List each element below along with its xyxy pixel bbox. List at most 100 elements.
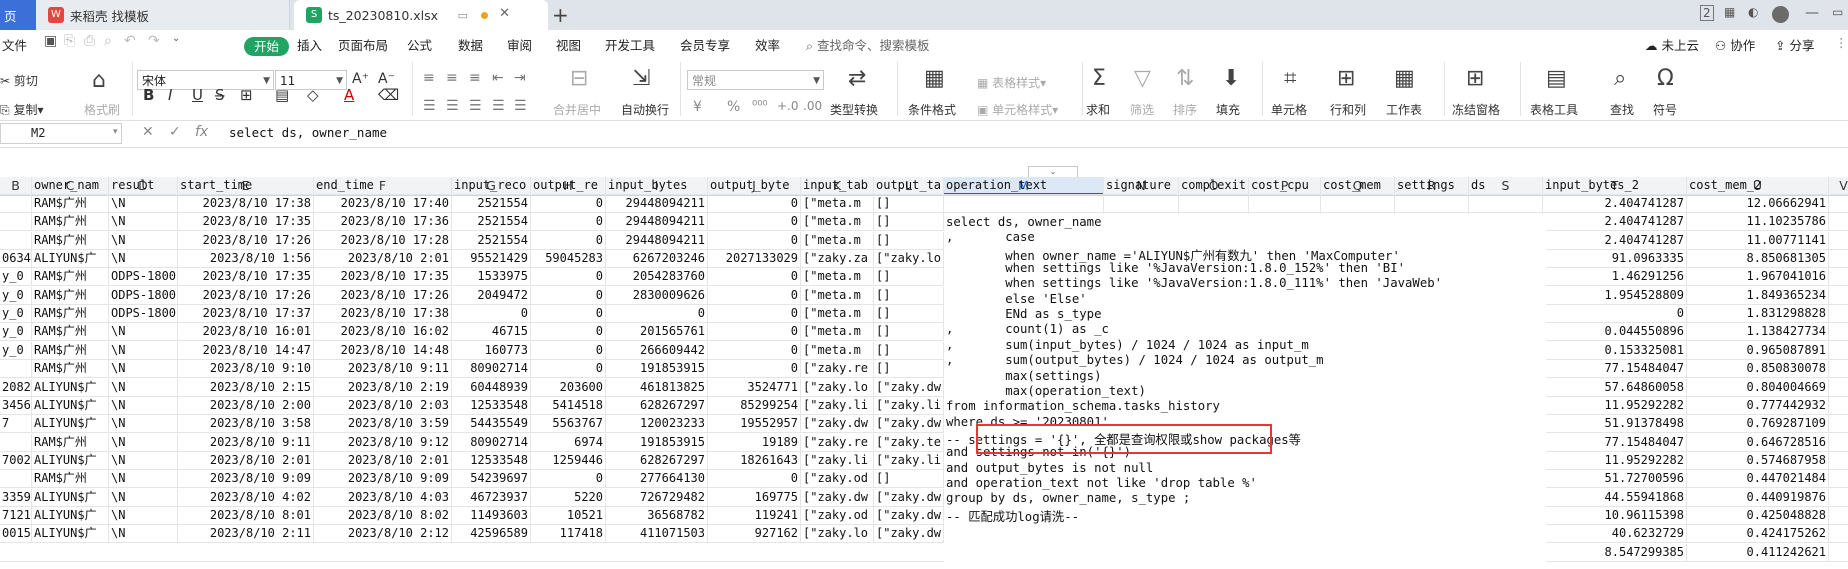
cell-l[interactable]: ["zaky.dw <box>874 378 944 397</box>
cell-v[interactable] <box>1829 434 1848 452</box>
cell-t[interactable]: 57.64860058 <box>1543 378 1687 397</box>
cells-label[interactable]: 单元格 <box>1271 101 1307 118</box>
cell-b[interactable]: 7121 <box>0 506 32 525</box>
cell-f[interactable]: 2023/8/10 4:03 <box>314 488 452 507</box>
find-label[interactable]: 查找 <box>1610 101 1634 118</box>
cell-l[interactable]: ["zaky.li <box>874 396 944 415</box>
cell-v[interactable] <box>1829 250 1848 268</box>
cell-d[interactable]: ODPS-1800 <box>109 286 178 305</box>
cell-o[interactable] <box>1179 195 1249 213</box>
cell-b[interactable]: y_0 <box>0 286 32 305</box>
save-icon[interactable]: ▣ <box>44 33 57 49</box>
cell-f[interactable]: 2023/8/10 17:36 <box>314 213 452 232</box>
wrap-text-label[interactable]: 自动换行 <box>621 101 669 118</box>
cell-u[interactable]: 0.804004669 <box>1687 378 1829 397</box>
cell-l[interactable]: [] <box>874 286 944 305</box>
cell-h[interactable]: 0 <box>531 231 606 250</box>
cell-t[interactable]: 2.404741287 <box>1543 213 1687 232</box>
increase-font-icon[interactable]: A⁺ <box>352 71 369 87</box>
cell-q[interactable] <box>1321 195 1395 213</box>
window-count-badge[interactable]: 2 <box>1700 5 1714 21</box>
cell-j[interactable]: 0 <box>708 341 801 360</box>
sum-label[interactable]: 求和 <box>1086 101 1110 118</box>
command-search[interactable]: ⌕ 查找命令、搜索模板 <box>806 35 930 54</box>
menu-data[interactable]: 数据 <box>458 35 483 54</box>
worksheet-label[interactable]: 工作表 <box>1386 101 1422 118</box>
cell-k[interactable]: ["zaky.li <box>801 396 874 415</box>
cell-f[interactable]: 2023/8/10 17:26 <box>314 286 452 305</box>
cell-j[interactable]: 2027133029 <box>708 250 801 269</box>
tab-previous[interactable]: 页 <box>0 0 36 30</box>
cell-c[interactable]: ALIYUN$广 <box>32 415 109 434</box>
name-box-dropdown-icon[interactable]: ▾ <box>113 127 118 137</box>
cell-v[interactable] <box>1829 268 1848 286</box>
cell-k[interactable]: ["zaky.re <box>801 360 874 379</box>
cell-d[interactable]: \N <box>109 341 178 360</box>
cell-h[interactable]: output_re <box>531 177 606 195</box>
cell-l[interactable]: ["zaky.dw <box>874 488 944 507</box>
cell-t[interactable]: 2.404741287 <box>1543 195 1687 213</box>
cell-f[interactable]: end_time <box>314 177 452 195</box>
cell-i[interactable]: 461813825 <box>606 378 708 397</box>
cell-b[interactable] <box>0 177 32 195</box>
cell-f[interactable]: 2023/8/10 17:38 <box>314 305 452 324</box>
menu-file[interactable]: 文件 <box>2 35 27 54</box>
cell-l[interactable]: ["zaky.dw <box>874 525 944 544</box>
cell-b[interactable]: 2082 <box>0 378 32 397</box>
cell-k[interactable]: input_tab <box>801 177 874 195</box>
align-bottom-icon[interactable]: ≡ <box>469 70 481 86</box>
cell-f[interactable]: 2023/8/10 2:01 <box>314 250 452 269</box>
cell-u[interactable]: 0.440919876 <box>1687 488 1829 507</box>
cell-j[interactable]: 0 <box>708 195 801 213</box>
clear-format-icon[interactable]: ⌫ <box>378 86 399 104</box>
borders-icon[interactable]: ⊞ <box>240 86 253 104</box>
cell-v[interactable] <box>1829 452 1848 470</box>
cell-i[interactable]: 29448094211 <box>606 231 708 250</box>
cell-g[interactable]: 160773 <box>452 341 531 360</box>
cell-b[interactable]: y_0 <box>0 323 32 342</box>
font-color-icon[interactable]: A <box>344 86 354 104</box>
cell-j[interactable]: output_byte <box>708 177 801 195</box>
cell-f[interactable]: 2023/8/10 2:03 <box>314 396 452 415</box>
print-preview-icon[interactable]: ⌕ <box>104 33 112 49</box>
cell-b[interactable] <box>0 360 32 379</box>
cell-g[interactable]: 54435549 <box>452 415 531 434</box>
cell-t[interactable]: 40.6232729 <box>1543 525 1687 544</box>
cell-q[interactable]: cost_mem <box>1321 177 1395 195</box>
cell-d[interactable]: \N <box>109 525 178 544</box>
percent-icon[interactable]: % <box>727 99 740 115</box>
justify-icon[interactable]: ☰ <box>492 98 505 114</box>
cell-j[interactable]: 119241 <box>708 506 801 525</box>
confirm-check-icon[interactable]: ✓ <box>169 124 181 140</box>
cell-b[interactable]: 7 <box>0 415 32 434</box>
cell-j[interactable]: 0 <box>708 213 801 232</box>
format-painter-icon[interactable]: ⌂ <box>92 68 106 93</box>
cell-u[interactable]: 0.777442932 <box>1687 396 1829 415</box>
cell-l[interactable]: [] <box>874 268 944 287</box>
cell-v[interactable] <box>1829 305 1848 323</box>
cell-l[interactable]: [] <box>874 195 944 213</box>
cell-t[interactable]: 0.153325081 <box>1543 341 1687 360</box>
cell-h[interactable]: 59045283 <box>531 250 606 269</box>
cell-d[interactable]: ODPS-1800 <box>109 305 178 324</box>
indent-decrease-icon[interactable]: ⇤ <box>492 70 504 86</box>
cell-b[interactable]: y_0 <box>0 268 32 287</box>
cell-u[interactable]: 0.769287109 <box>1687 415 1829 434</box>
cell-p[interactable]: cost_cpu <box>1249 177 1321 195</box>
cell-s[interactable]: ds <box>1469 177 1543 195</box>
cell-v[interactable] <box>1829 195 1848 213</box>
cell-f[interactable]: 2023/8/10 2:12 <box>314 525 452 544</box>
cell-k[interactable]: ["meta.m <box>801 213 874 232</box>
copy-button[interactable]: ⎘ 复制▾ <box>0 101 43 118</box>
cell-d[interactable]: \N <box>109 433 178 452</box>
cell-d[interactable]: \N <box>109 506 178 525</box>
cell-b[interactable]: y_0 <box>0 305 32 324</box>
cell-j[interactable]: 0 <box>708 323 801 342</box>
format-painter-label[interactable]: 格式刷 <box>84 101 120 118</box>
cell-d[interactable]: \N <box>109 231 178 250</box>
cut-button[interactable]: ✂ 剪切 <box>0 72 38 89</box>
cell-c[interactable]: RAM$广州 <box>32 195 109 213</box>
align-left-icon[interactable]: ☰ <box>423 98 436 114</box>
table-tools-icon[interactable]: ▤ <box>1546 66 1567 91</box>
cell-l[interactable]: [] <box>874 360 944 379</box>
